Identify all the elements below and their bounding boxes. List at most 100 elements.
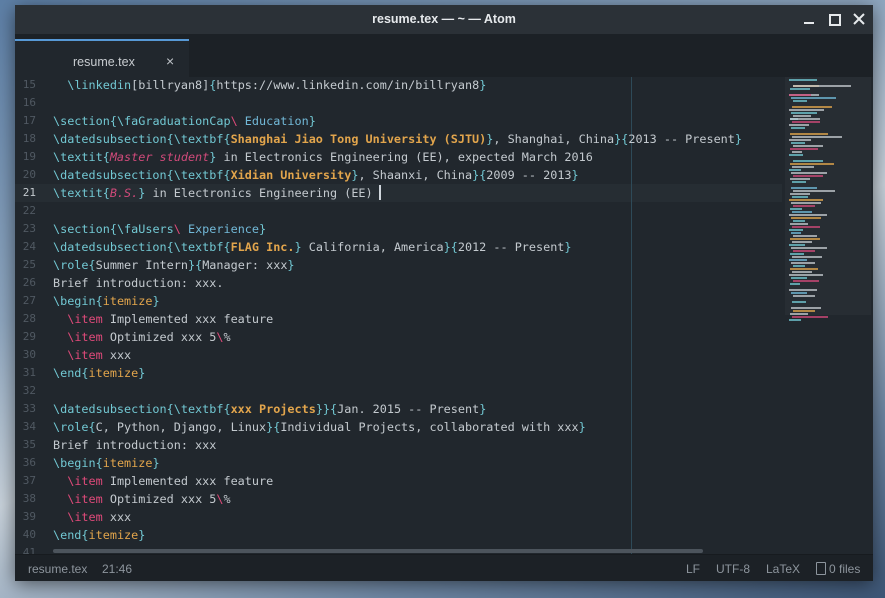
tab-resume-tex[interactable]: resume.tex × bbox=[15, 39, 189, 77]
maximize-icon[interactable] bbox=[826, 11, 842, 27]
code-line[interactable]: \item Optimized xxx 5\% bbox=[53, 328, 230, 346]
minimap-line bbox=[790, 133, 828, 135]
code-line[interactable]: \begin{itemize} bbox=[53, 454, 160, 472]
minimap-line bbox=[791, 292, 807, 294]
code-line[interactable]: \role{Summer Intern}{Manager: xxx} bbox=[53, 256, 295, 274]
minimap-line bbox=[791, 262, 815, 264]
minimap-line bbox=[793, 235, 817, 237]
code-line[interactable]: \datedsubsection{\textbf{Shanghai Jiao T… bbox=[53, 130, 742, 148]
minimap-line bbox=[789, 244, 805, 246]
code-line[interactable]: \datedsubsection{\textbf{xxx Projects}}{… bbox=[53, 400, 486, 418]
line-number: 40 bbox=[22, 528, 36, 541]
line-number: 27 bbox=[22, 294, 36, 307]
minimap-line bbox=[792, 241, 812, 243]
status-filename[interactable]: resume.tex bbox=[28, 562, 87, 576]
code-line[interactable]: \datedsubsection{\textbf{Xidian Universi… bbox=[53, 166, 579, 184]
minimap-line bbox=[791, 247, 827, 249]
code-line[interactable]: \item Implemented xxx feature bbox=[53, 310, 273, 328]
minimap-line bbox=[791, 202, 821, 204]
line-number: 19 bbox=[22, 150, 36, 163]
status-encoding[interactable]: UTF-8 bbox=[716, 562, 750, 576]
minimap-line bbox=[793, 205, 815, 207]
line-number: 15 bbox=[22, 78, 36, 91]
minimap-line bbox=[792, 271, 812, 273]
minimap-line bbox=[789, 214, 827, 216]
code-line[interactable]: \item Implemented xxx feature bbox=[53, 472, 273, 490]
minimap-line bbox=[792, 106, 832, 108]
code-line[interactable]: \end{itemize} bbox=[53, 364, 145, 382]
minimap-line bbox=[791, 97, 836, 99]
minimize-icon[interactable] bbox=[801, 11, 817, 27]
minimap-line bbox=[793, 310, 815, 312]
minimap-line bbox=[789, 79, 817, 81]
code-line[interactable]: \item xxx bbox=[53, 346, 131, 364]
code-line[interactable]: \section{\faGraduationCap\ Education} bbox=[53, 112, 316, 130]
line-number: 20 bbox=[22, 168, 36, 181]
minimap-line bbox=[792, 181, 806, 183]
line-number: 36 bbox=[22, 456, 36, 469]
tab-close-icon[interactable]: × bbox=[166, 53, 174, 69]
code-line[interactable]: \item xxx bbox=[53, 508, 131, 526]
line-number: 31 bbox=[22, 366, 36, 379]
minimap-line bbox=[793, 100, 807, 102]
close-icon[interactable] bbox=[851, 11, 867, 27]
code-line[interactable]: \textit{B.S.} in Electronics Engineering… bbox=[53, 184, 373, 202]
minimap-line bbox=[793, 220, 805, 222]
minimap-line bbox=[789, 154, 803, 156]
minimap-line bbox=[789, 199, 823, 201]
minimap-line bbox=[790, 163, 834, 165]
line-number: 17 bbox=[22, 114, 36, 127]
title-bar[interactable]: resume.tex — ~ — Atom bbox=[15, 5, 873, 34]
minimap-line bbox=[789, 94, 811, 96]
code-line[interactable]: \role{C, Python, Django, Linux}{Individu… bbox=[53, 418, 586, 436]
code-line[interactable]: \linkedin[billryan8]{https://www.linkedi… bbox=[53, 77, 486, 94]
status-git[interactable]: 0 files bbox=[816, 562, 860, 576]
tab-bar: resume.tex × bbox=[15, 34, 873, 77]
line-number: 21 bbox=[22, 186, 36, 199]
minimap-line bbox=[789, 229, 803, 231]
atom-window: resume.tex — ~ — Atom resume.tex × 15 16 1… bbox=[15, 5, 873, 581]
code-line[interactable]: Brief introduction: xxx. bbox=[53, 274, 223, 292]
line-number: 33 bbox=[22, 402, 36, 415]
line-number: 30 bbox=[22, 348, 36, 361]
minimap-line bbox=[789, 169, 801, 171]
code-line[interactable]: \begin{itemize} bbox=[53, 292, 160, 310]
minimap-line bbox=[792, 301, 806, 303]
minimap-line bbox=[793, 250, 815, 252]
minimap-line bbox=[792, 166, 814, 168]
line-number: 23 bbox=[22, 222, 36, 235]
code-line[interactable]: \textit{Master student} in Electronics E… bbox=[53, 148, 593, 166]
line-number-gutter: 15 16 17 18 19 20 21 22 23 24 25 26 27 28 29 30 31 32 33 34… bbox=[15, 77, 47, 554]
code-lines[interactable]: \linkedin[billryan8]{https://www.linkedi… bbox=[53, 77, 793, 554]
status-cursor-position[interactable]: 21:46 bbox=[102, 562, 132, 576]
minimap-line bbox=[789, 124, 809, 126]
minimap-line bbox=[790, 283, 800, 285]
editor-pane[interactable]: 15 16 17 18 19 20 21 22 23 24 25 26 27 28 29 30 31 32 33 34… bbox=[15, 77, 873, 554]
horizontal-scrollbar[interactable] bbox=[53, 549, 703, 553]
code-line[interactable]: \item Optimized xxx 5\% bbox=[53, 490, 230, 508]
minimap-line bbox=[790, 253, 804, 255]
code-line[interactable]: \datedsubsection{\textbf{FLAG Inc.} Cali… bbox=[53, 238, 572, 256]
code-line[interactable]: \end{itemize} bbox=[53, 526, 145, 544]
window-title: resume.tex — ~ — Atom bbox=[372, 12, 516, 26]
code-line[interactable]: \section{\faUsers\ Experience} bbox=[53, 220, 266, 238]
minimap-line bbox=[793, 265, 805, 267]
minimap-line bbox=[792, 226, 820, 228]
minimap-line bbox=[791, 217, 821, 219]
minimap-line bbox=[793, 145, 823, 147]
line-number: 25 bbox=[22, 258, 36, 271]
code-line[interactable]: Brief introduction: xxx bbox=[53, 436, 216, 454]
status-git-label: 0 files bbox=[829, 562, 861, 576]
line-number: 22 bbox=[22, 204, 36, 217]
line-number: 38 bbox=[22, 492, 36, 505]
status-grammar[interactable]: LaTeX bbox=[766, 562, 800, 576]
minimap-line bbox=[792, 196, 808, 198]
minimap-line bbox=[791, 232, 801, 234]
status-line-ending[interactable]: LF bbox=[686, 562, 700, 576]
minimap-line bbox=[793, 175, 823, 177]
status-bar: resume.tex 21:46 LF UTF-8 LaTeX 0 files bbox=[15, 554, 873, 581]
minimap[interactable] bbox=[785, 77, 873, 321]
minimap-line bbox=[790, 193, 810, 195]
minimap-line bbox=[790, 88, 810, 90]
minimap-line bbox=[791, 277, 807, 279]
